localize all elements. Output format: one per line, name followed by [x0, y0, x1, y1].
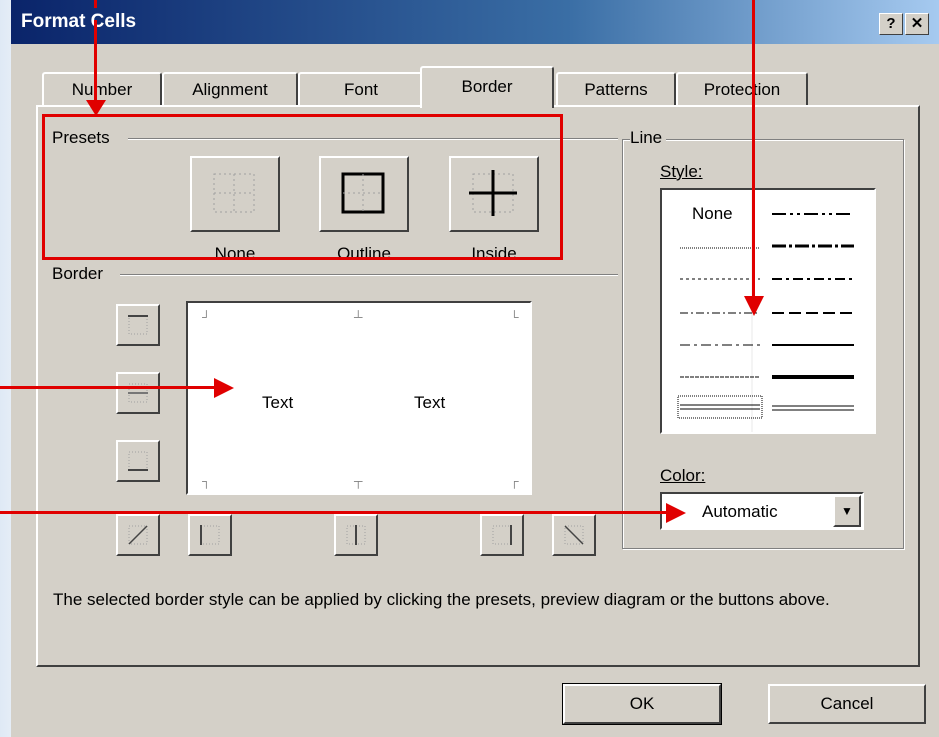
border-left-icon [200, 525, 220, 545]
preview-arrowhead-icon [214, 378, 234, 398]
tab-protection[interactable]: Protection [676, 72, 808, 106]
tab-border[interactable]: Border [420, 66, 554, 108]
border-middle-horizontal-icon [128, 383, 148, 403]
border-middle-horizontal-button[interactable] [116, 372, 160, 414]
diagonal-up-button[interactable] [116, 514, 160, 556]
diagonal-up-icon [128, 525, 148, 545]
chevron-down-icon[interactable]: ▼ [833, 495, 861, 527]
preview-corner-br: ┌ [510, 474, 519, 488]
preset-outline-icon [341, 172, 385, 214]
presets-arrow-shaft [94, 20, 97, 106]
preset-none-button[interactable] [190, 156, 280, 232]
presets-arrow-shaft-top [94, 0, 97, 8]
close-icon: ✕ [910, 15, 924, 32]
border-middle-vertical-icon [346, 525, 366, 545]
preview-tick-top: ┴ [354, 310, 363, 324]
preview-text-right: Text [414, 393, 446, 412]
presets-group-label: Presets [52, 128, 114, 148]
style-arrowhead-icon [744, 296, 764, 316]
window-title: Format Cells [21, 11, 137, 32]
color-arrow-shaft [0, 511, 668, 514]
border-description: The selected border style can be applied… [53, 590, 830, 609]
presets-arrowhead-icon [86, 100, 106, 116]
ok-label: OK [629, 694, 655, 713]
tab-patterns[interactable]: Patterns [556, 72, 676, 106]
border-bottom-button[interactable] [116, 440, 160, 482]
color-select-value: Automatic [702, 502, 778, 521]
preset-none-label: None [214, 244, 256, 263]
preview-arrow-shaft [0, 386, 218, 389]
preview-corner-tr: └ [510, 310, 519, 324]
border-right-icon [492, 525, 512, 545]
line-style-list[interactable]: None [660, 188, 876, 434]
preset-outline-button[interactable] [319, 156, 409, 232]
border-top-icon [128, 315, 148, 335]
border-group-label: Border [52, 264, 108, 284]
preview-text-left: Text [262, 393, 294, 412]
line-group-label: Line [630, 128, 667, 148]
tab-font-label: Font [343, 80, 379, 99]
tab-border-label: Border [461, 77, 513, 96]
preset-inside-button[interactable] [449, 156, 539, 232]
style-label: Style: [660, 162, 707, 182]
close-button[interactable]: ✕ [905, 13, 929, 35]
preset-inside-label: Inside [471, 244, 517, 263]
border-middle-vertical-button[interactable] [334, 514, 378, 556]
tab-alignment-label: Alignment [192, 80, 268, 99]
line-style-samples [677, 190, 854, 432]
preview-corner-tl: ┘ [202, 310, 211, 324]
help-icon: ? [886, 15, 896, 32]
presets-divider [128, 138, 618, 140]
border-divider [120, 274, 618, 276]
presets-highlight-left [42, 114, 45, 260]
title-bar[interactable]: Format Cells ? ✕ [11, 0, 939, 44]
border-bottom-icon [128, 451, 148, 471]
tab-patterns-label: Patterns [584, 80, 648, 99]
tab-alignment[interactable]: Alignment [162, 72, 298, 106]
border-left-button[interactable] [188, 514, 232, 556]
tab-protection-label: Protection [703, 80, 781, 99]
ok-button[interactable]: OK [562, 683, 722, 725]
cancel-label: Cancel [820, 694, 874, 713]
style-arrow-shaft [752, 0, 755, 298]
color-select[interactable]: Automatic ▼ [660, 492, 864, 530]
presets-highlight-top [42, 114, 563, 117]
preset-inside-icon [469, 170, 517, 216]
preset-none-icon [213, 173, 255, 213]
color-label: Color: [660, 466, 710, 486]
border-top-button[interactable] [116, 304, 160, 346]
tab-font[interactable]: Font [298, 72, 424, 106]
tab-number-label: Number [71, 80, 133, 99]
color-arrowhead-icon [666, 503, 686, 523]
presets-highlight-right [560, 114, 563, 260]
preset-outline-label: Outline [337, 244, 391, 263]
presets-highlight-bottom [42, 257, 563, 260]
preview-corner-bl: ┐ [202, 474, 211, 488]
border-right-button[interactable] [480, 514, 524, 556]
border-preview[interactable]: ┘ ┴ └ ┐ ┬ ┌ Text Text [186, 301, 532, 495]
diagonal-down-button[interactable] [552, 514, 596, 556]
cancel-button[interactable]: Cancel [768, 684, 926, 724]
help-button[interactable]: ? [879, 13, 903, 35]
preview-tick-bottom: ┬ [354, 474, 363, 488]
diagonal-down-icon [564, 525, 584, 545]
